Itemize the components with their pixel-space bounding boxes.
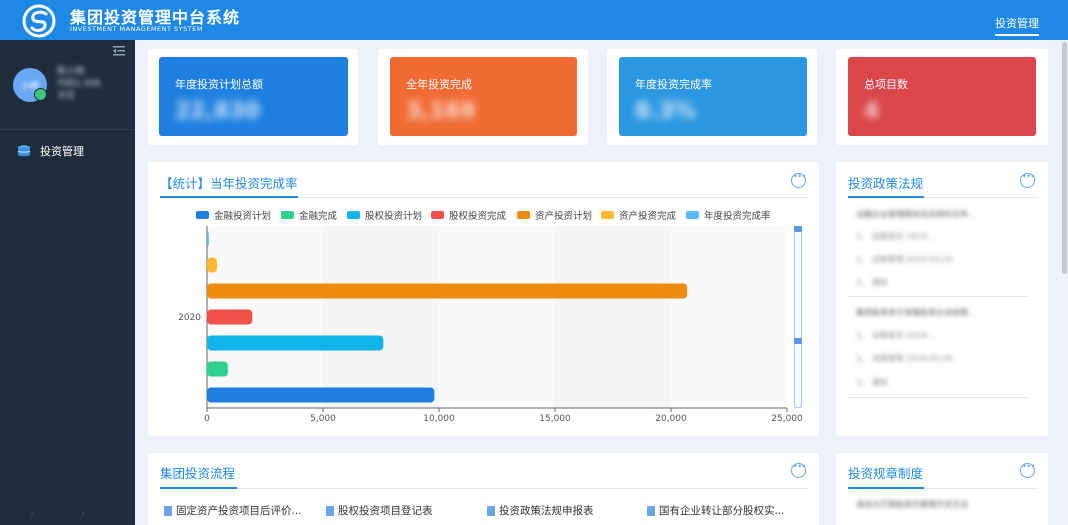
grid-band <box>323 226 439 408</box>
stat-card-annual-completed[interactable]: 全年投资完成 3,169 <box>390 57 577 136</box>
panel-title-underline <box>160 196 298 198</box>
bar <box>207 387 435 403</box>
panel-title-underline <box>848 487 924 489</box>
rules-panel-title: 投资规章制度 <box>848 466 924 481</box>
bar <box>207 257 217 273</box>
grid-band <box>671 226 787 408</box>
flow-link[interactable]: 固定资产投资项目后评价... <box>164 503 302 518</box>
scrollbar-thumb[interactable] <box>1062 42 1067 274</box>
flow-link-label: 国有企业转让部分股权实... <box>659 505 785 517</box>
stat-value: 22,830 <box>175 99 260 124</box>
more-icon[interactable] <box>1020 172 1035 188</box>
x-tick-label: 20,000 <box>655 414 687 424</box>
list-divider <box>848 397 1028 398</box>
bar <box>207 283 688 299</box>
slider-handle-top[interactable] <box>794 226 802 232</box>
flow-panel-title: 集团投资流程 <box>160 466 236 481</box>
grid-band <box>439 226 555 408</box>
y-category-label: 2020 <box>178 313 201 323</box>
more-icon[interactable] <box>791 462 806 478</box>
user-name: 陈小明 <box>57 67 85 77</box>
list-item[interactable]: 1、 话题发文 2019-... <box>856 330 937 341</box>
stat-card-completion-rate[interactable]: 年度投资完成率 8.3% <box>619 57 807 136</box>
flow-link-label: 股权投资项目登记表 <box>338 505 433 517</box>
panel-title-underline <box>848 196 924 198</box>
online-status-icon <box>34 88 47 101</box>
x-tick-label: 15,000 <box>539 414 571 424</box>
user-info: 陈小明 代码1.008 主任 <box>57 66 107 102</box>
list-item[interactable]: 集团投资关于加强投资企业经营... <box>856 307 976 318</box>
x-tick-label: 25,000 <box>771 414 803 424</box>
flow-link-label: 固定资产投资项目后评价... <box>176 505 302 517</box>
sidebar-pager[interactable]: ‹ › <box>30 507 85 521</box>
bar <box>207 309 253 325</box>
app-subtitle: INVESTMENT MANAGEMENT SYSTEM <box>70 25 203 33</box>
more-icon[interactable] <box>791 172 806 188</box>
bar <box>207 361 228 377</box>
list-item[interactable]: 2、 决策管理 2019-05-09 <box>856 353 953 364</box>
stat-card-total-projects[interactable]: 总项目数 4 <box>848 57 1036 136</box>
page-scrollbar[interactable] <box>1061 40 1068 525</box>
stat-card-annual-plan[interactable]: 年度投资计划总额 22,830 <box>159 57 348 136</box>
tab-investment-management[interactable]: 投资管理 <box>995 15 1039 31</box>
list-item[interactable]: 话题企业管理相关培训资料文件... <box>856 209 976 220</box>
x-tick-label: 10,000 <box>423 414 455 424</box>
x-tick-label: 5,000 <box>310 414 336 424</box>
stat-label: 年度投资计划总额 <box>175 78 263 91</box>
x-tick-label: 0 <box>204 414 210 424</box>
stat-value: 3,169 <box>406 99 476 124</box>
panel-divider <box>160 488 809 489</box>
flow-link[interactable]: 国有企业转让部分股权实... <box>647 503 785 518</box>
list-item[interactable]: 3、 通知 <box>856 277 888 288</box>
document-icon <box>647 505 655 516</box>
chart-zoom-slider[interactable] <box>794 226 802 408</box>
bar-chart: 0 5,000 10,000 15,000 20,000 25,000 2020 <box>178 226 803 424</box>
slider-handle-bottom[interactable] <box>794 338 802 344</box>
grid-band <box>555 226 671 408</box>
collapse-sidebar-icon[interactable] <box>113 46 125 56</box>
sidebar: 小明 陈小明 代码1.008 主任 投资管理 ‹ › <box>0 40 135 525</box>
chart-panel-title: 【统计】当年投资完成率 <box>160 176 298 191</box>
panel-title-underline <box>160 487 237 489</box>
flow-link[interactable]: 股权投资项目登记表 <box>326 503 433 518</box>
bar <box>207 335 384 351</box>
bar <box>207 231 209 247</box>
list-divider <box>848 296 1028 297</box>
sidebar-divider <box>0 129 135 130</box>
more-icon[interactable] <box>1020 462 1035 478</box>
list-item[interactable]: 3、 通知 <box>856 377 888 388</box>
stat-label: 总项目数 <box>864 78 908 91</box>
stat-value: 4 <box>864 99 880 124</box>
policy-panel-title: 投资政策法规 <box>848 176 924 191</box>
list-item[interactable]: 1、 话题发文 2019-... <box>856 231 937 242</box>
active-tab-indicator <box>995 34 1039 36</box>
stat-label: 全年投资完成 <box>406 78 472 91</box>
stat-label: 年度投资完成率 <box>635 78 712 91</box>
sidebar-item-label: 投资管理 <box>40 145 84 158</box>
list-item[interactable]: 2、 决策管理 2019-03-24 <box>856 254 953 265</box>
document-icon <box>164 505 172 516</box>
stat-value: 8.3% <box>635 99 697 124</box>
document-icon <box>487 505 495 516</box>
list-item[interactable]: 海法大厅固投资方管理方式方法 <box>856 499 968 510</box>
logo-icon <box>22 4 56 38</box>
database-icon <box>17 144 31 156</box>
user-dept: 代码1.008 <box>57 79 101 89</box>
flow-link-label: 投资政策法规申报表 <box>499 505 594 517</box>
policy-panel <box>836 162 1048 436</box>
user-role: 主任 <box>57 91 76 101</box>
sidebar-item-investment-management[interactable]: 投资管理 <box>17 143 84 159</box>
top-bar: 集团投资管理中台系统 INVESTMENT MANAGEMENT SYSTEM … <box>0 0 1068 40</box>
document-icon <box>326 505 334 516</box>
flow-link[interactable]: 投资政策法规申报表 <box>487 503 594 518</box>
